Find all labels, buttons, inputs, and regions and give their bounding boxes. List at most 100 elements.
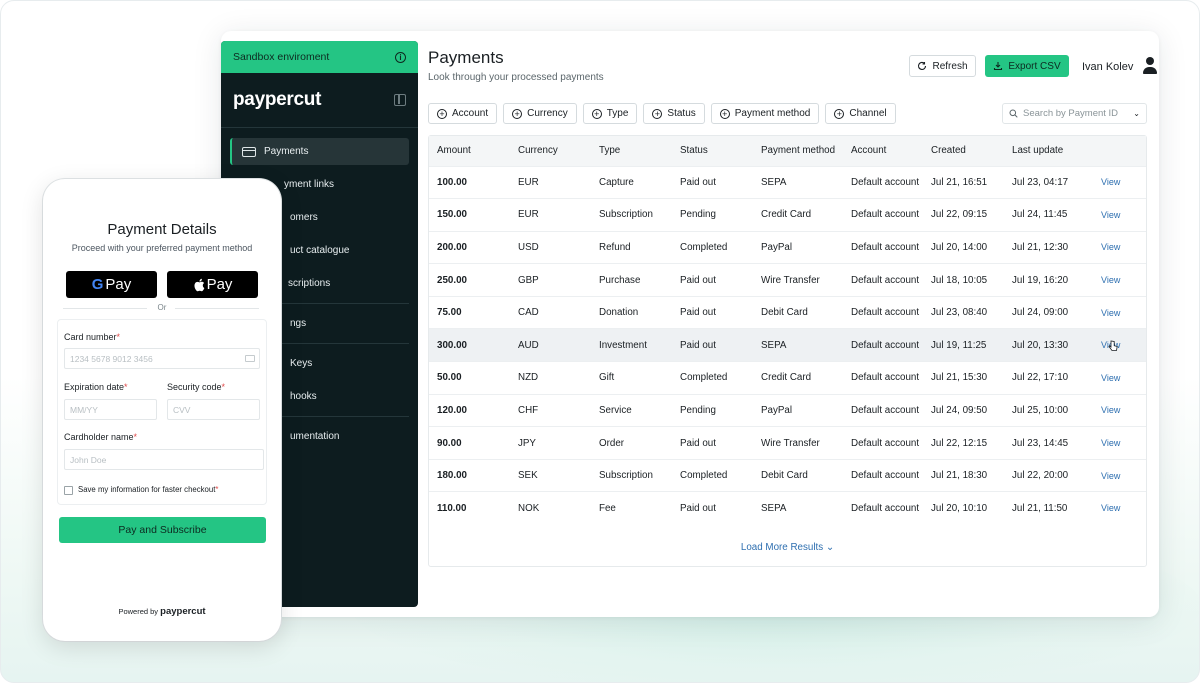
table-cell: Paid out xyxy=(672,263,753,297)
save-info-label: Save my information for faster checkout* xyxy=(78,485,218,494)
cardholder-label: Cardholder name* xyxy=(64,432,137,442)
column-header[interactable]: Created xyxy=(923,136,1004,166)
user-name[interactable]: Ivan Kolev xyxy=(1082,61,1133,73)
column-header[interactable]: Currency xyxy=(510,136,591,166)
payments-table: Amount Currency Type Status Payment meth… xyxy=(428,135,1147,567)
table-cell: JPY xyxy=(510,426,591,460)
table-cell: Service xyxy=(591,393,672,427)
sidebar-item-payments[interactable]: Payments xyxy=(230,138,409,165)
apple-pay-button[interactable]: Pay xyxy=(167,271,258,298)
save-info-checkbox[interactable] xyxy=(64,486,73,495)
table-cell: Default account xyxy=(843,328,923,362)
security-code-field[interactable]: CVV xyxy=(167,399,260,420)
table-row[interactable]: 75.00 CAD Donation Paid out Debit Card Defaul… xyxy=(429,295,1146,329)
search-input[interactable]: Search by Payment ID ⌄ xyxy=(1002,103,1147,124)
column-header[interactable]: Type xyxy=(591,136,672,166)
export-csv-button[interactable]: Export CSV xyxy=(985,55,1069,77)
view-link[interactable]: View xyxy=(1093,165,1146,199)
column-header[interactable]: Status xyxy=(672,136,753,166)
table-row[interactable]: 90.00 JPY Order Paid out Wire Transfer Defaul… xyxy=(429,426,1146,460)
load-more-button[interactable]: Load More Results ⌄ xyxy=(429,542,1146,553)
view-link[interactable]: View xyxy=(1093,263,1146,297)
google-pay-button[interactable]: G Pay xyxy=(66,271,157,298)
view-link[interactable]: View xyxy=(1093,198,1146,232)
required-asterisk: * xyxy=(215,485,219,494)
table-cell: Wire Transfer xyxy=(753,263,843,297)
table-cell: Completed xyxy=(672,458,753,492)
table-cell: Jul 24, 09:50 xyxy=(923,393,1004,427)
cardholder-placeholder: John Doe xyxy=(70,454,107,465)
table-cell: EUR xyxy=(510,198,591,232)
expiry-field[interactable]: MM/YY xyxy=(64,399,157,420)
chevron-down-icon[interactable]: ⌄ xyxy=(1133,109,1140,118)
sandbox-label: Sandbox enviroment xyxy=(233,51,330,63)
column-header[interactable]: Last update xyxy=(1004,136,1093,166)
column-header[interactable]: Payment method xyxy=(753,136,843,166)
table-row[interactable]: 250.00 GBP Purchase Paid out Wire Transfer De… xyxy=(429,263,1146,297)
table-row[interactable]: 180.00 SEK Subscription Completed Debit Card… xyxy=(429,458,1146,492)
expiry-placeholder: MM/YY xyxy=(70,404,98,415)
filter-payment-method[interactable]: + Payment method xyxy=(710,103,820,124)
view-link[interactable]: View xyxy=(1093,230,1146,264)
table-cell: PayPal xyxy=(753,393,843,427)
filter-label: Payment method xyxy=(734,108,811,119)
user-icon[interactable] xyxy=(1142,57,1158,75)
filter-channel[interactable]: + Channel xyxy=(825,103,896,124)
table-cell: Jul 20, 10:10 xyxy=(923,491,1004,525)
collapse-sidebar-icon[interactable] xyxy=(394,94,406,106)
table-cell: 75.00 xyxy=(429,295,510,329)
filter-account[interactable]: + Account xyxy=(428,103,498,124)
table-row[interactable]: 50.00 NZD Gift Completed Credit Card Default … xyxy=(429,361,1146,395)
table-row[interactable]: 100.00 EUR Capture Paid out SEPA Default acco… xyxy=(429,165,1146,199)
table-cell: AUD xyxy=(510,328,591,362)
view-link[interactable]: View xyxy=(1093,426,1146,460)
refresh-label: Refresh xyxy=(932,60,968,72)
refresh-button[interactable]: Refresh xyxy=(909,55,976,77)
pay-subscribe-button[interactable]: Pay and Subscribe xyxy=(59,517,266,543)
gpay-label: Pay xyxy=(105,276,132,293)
info-icon[interactable]: i xyxy=(395,51,406,63)
table-row[interactable]: 200.00 USD Refund Completed PayPal Default ac… xyxy=(429,230,1146,264)
table-row[interactable]: 110.00 NOK Fee Paid out SEPA Default account J… xyxy=(429,491,1146,525)
filter-status[interactable]: + Status xyxy=(643,103,705,124)
view-link[interactable]: View xyxy=(1093,458,1146,492)
table-cell: Capture xyxy=(591,165,672,199)
cardholder-field[interactable]: John Doe xyxy=(64,449,264,470)
plus-circle-icon: + xyxy=(437,108,447,119)
view-link[interactable]: View xyxy=(1093,361,1146,395)
sidebar-item-label: hooks xyxy=(290,391,317,402)
card-number-field[interactable]: 1234 5678 9012 3456 xyxy=(64,348,260,369)
card-brand-icon xyxy=(245,355,255,362)
table-cell: Pending xyxy=(672,393,753,427)
view-link[interactable]: View xyxy=(1093,328,1146,362)
view-link[interactable]: View xyxy=(1093,491,1146,525)
table-cell: Default account xyxy=(843,263,923,297)
download-icon xyxy=(994,62,1003,71)
filter-type[interactable]: + Type xyxy=(582,103,638,124)
security-code-label: Security code* xyxy=(167,382,225,392)
table-cell: EUR xyxy=(510,165,591,199)
table-cell: NOK xyxy=(510,491,591,525)
table-cell: Jul 23, 14:45 xyxy=(1004,426,1093,460)
table-cell: Pending xyxy=(672,198,753,232)
table-cell: Jul 21, 12:30 xyxy=(1004,230,1093,264)
table-cell: Credit Card xyxy=(753,198,843,232)
filter-currency[interactable]: + Currency xyxy=(503,103,577,124)
table-row[interactable]: 300.00 AUD Investment Paid out SEPA Default a… xyxy=(429,328,1146,362)
page-title: Payments xyxy=(428,48,504,67)
table-row[interactable]: 150.00 EUR Subscription Pending Credit Card D… xyxy=(429,198,1146,232)
plus-circle-icon: + xyxy=(834,108,845,119)
expiry-label: Expiration date* xyxy=(64,382,128,392)
column-header[interactable]: Account xyxy=(843,136,923,166)
table-row[interactable]: 120.00 CHF Service Pending PayPal Default acc… xyxy=(429,393,1146,427)
load-more-label: Load More Results xyxy=(740,542,824,553)
column-header[interactable]: Amount xyxy=(429,136,510,166)
hand-cursor-icon xyxy=(1108,340,1118,351)
table-cell: 50.00 xyxy=(429,361,510,395)
required-asterisk: * xyxy=(133,432,138,442)
label-text: Card number xyxy=(64,332,117,342)
table-cell: 180.00 xyxy=(429,458,510,492)
table-cell: Paid out xyxy=(672,328,753,362)
view-link[interactable]: View xyxy=(1093,295,1146,329)
view-link[interactable]: View xyxy=(1093,393,1146,427)
